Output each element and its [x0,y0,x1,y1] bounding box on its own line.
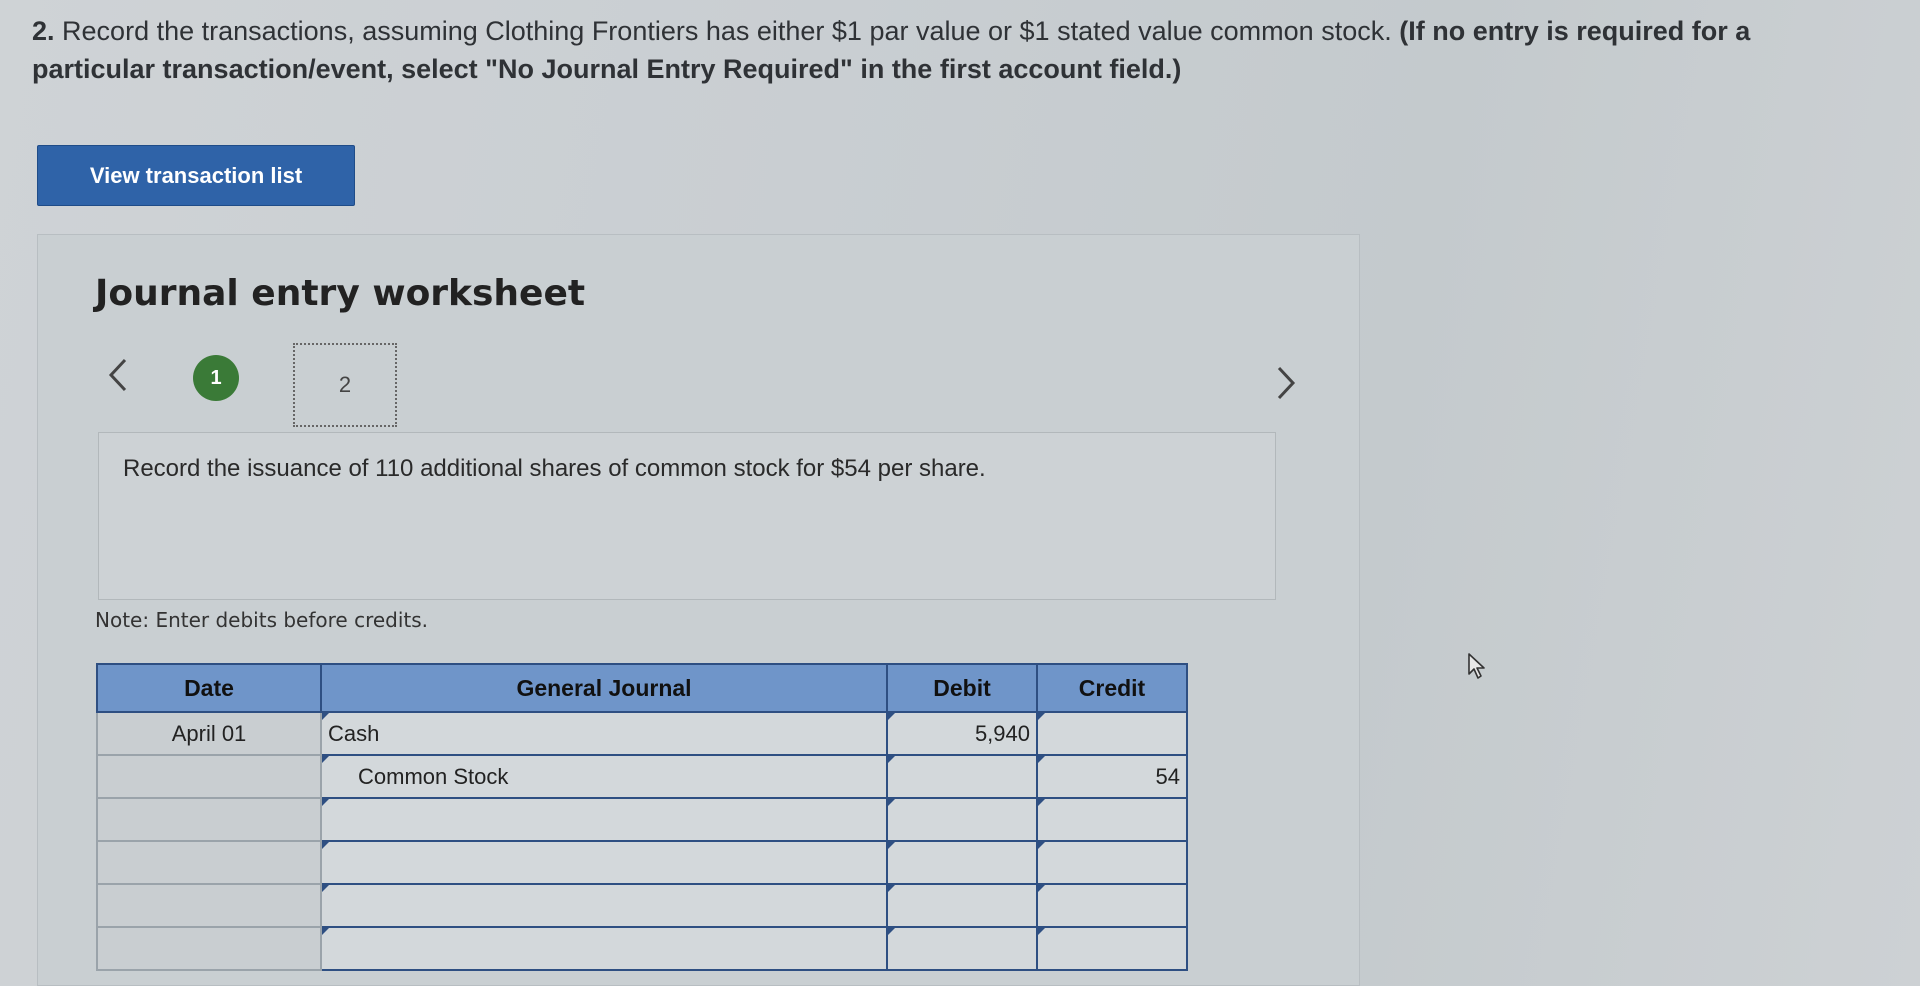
date-cell[interactable] [96,883,322,928]
question-number: 2. [32,16,55,46]
debit-cell[interactable] [886,797,1038,842]
date-header: Date [96,663,322,713]
chevron-left-icon[interactable] [98,350,138,400]
dropdown-marker-icon [888,885,895,892]
credit-cell[interactable]: 54 [1036,754,1188,799]
debit-header: Debit [886,663,1038,713]
journal-entry-worksheet: Journal entry worksheet 1 2 Record the i… [37,234,1360,986]
credit-header: Credit [1036,663,1188,713]
general-journal-table: Date General Journal Debit Credit April … [96,663,1188,971]
account-cell[interactable]: Common Stock [320,754,888,799]
dropdown-marker-icon [1038,885,1045,892]
dropdown-marker-icon [322,713,329,720]
dropdown-marker-icon [888,756,895,763]
dropdown-marker-icon [1038,713,1045,720]
dropdown-marker-icon [322,799,329,806]
dropdown-marker-icon [322,885,329,892]
account-value: Cash [328,720,380,746]
credit-cell[interactable] [1036,883,1188,928]
table-row [96,926,1188,971]
dropdown-marker-icon [322,756,329,763]
date-cell[interactable] [96,797,322,842]
credit-cell[interactable] [1036,711,1188,756]
worksheet-title: Journal entry worksheet [95,273,586,314]
dropdown-marker-icon [1038,928,1045,935]
transaction-prompt-box: Record the issuance of 110 additional sh… [98,432,1276,600]
credit-value: 54 [1155,763,1180,789]
table-row [96,797,1188,842]
account-cell[interactable] [320,797,888,842]
account-cell[interactable] [320,840,888,885]
dropdown-marker-icon [322,842,329,849]
page: 2. Record the transactions, assuming Clo… [0,0,1920,986]
account-cell[interactable]: Cash [320,711,888,756]
credit-cell[interactable] [1036,797,1188,842]
dropdown-marker-icon [888,799,895,806]
account-value: Common Stock [358,763,509,789]
dropdown-marker-icon [1038,756,1045,763]
view-transaction-list-button[interactable]: View transaction list [37,145,355,206]
mouse-pointer-icon [1468,653,1485,679]
debits-credits-note: Note: Enter debits before credits. [95,608,429,632]
debit-cell[interactable] [886,883,1038,928]
debit-cell[interactable] [886,926,1038,971]
instructions: 2. Record the transactions, assuming Clo… [32,12,1872,88]
dropdown-marker-icon [888,928,895,935]
instructions-text: Record the transactions, assuming Clothi… [62,16,1392,46]
table-row: Common Stock 54 [96,754,1188,799]
account-cell[interactable] [320,883,888,928]
date-cell[interactable] [96,754,322,799]
date-cell[interactable] [96,840,322,885]
table-row [96,883,1188,928]
dropdown-marker-icon [1038,799,1045,806]
debit-cell[interactable]: 5,940 [886,711,1038,756]
debit-value: 5,940 [974,720,1030,746]
step-1-button[interactable]: 1 [193,355,239,401]
account-cell[interactable] [320,926,888,971]
debit-cell[interactable] [886,754,1038,799]
date-cell[interactable]: April 01 [96,711,322,756]
table-row: April 01 Cash 5,940 [96,711,1188,756]
date-cell[interactable] [96,926,322,971]
journal-header-row: Date General Journal Debit Credit [96,663,1188,713]
chevron-right-icon[interactable] [1266,358,1306,408]
transaction-prompt: Record the issuance of 110 additional sh… [123,455,986,482]
dropdown-marker-icon [888,713,895,720]
dropdown-marker-icon [322,928,329,935]
dropdown-marker-icon [888,842,895,849]
general-journal-header: General Journal [320,663,888,713]
table-row [96,840,1188,885]
credit-cell[interactable] [1036,926,1188,971]
debit-cell[interactable] [886,840,1038,885]
step-2-button[interactable]: 2 [293,343,397,427]
credit-cell[interactable] [1036,840,1188,885]
dropdown-marker-icon [1038,842,1045,849]
